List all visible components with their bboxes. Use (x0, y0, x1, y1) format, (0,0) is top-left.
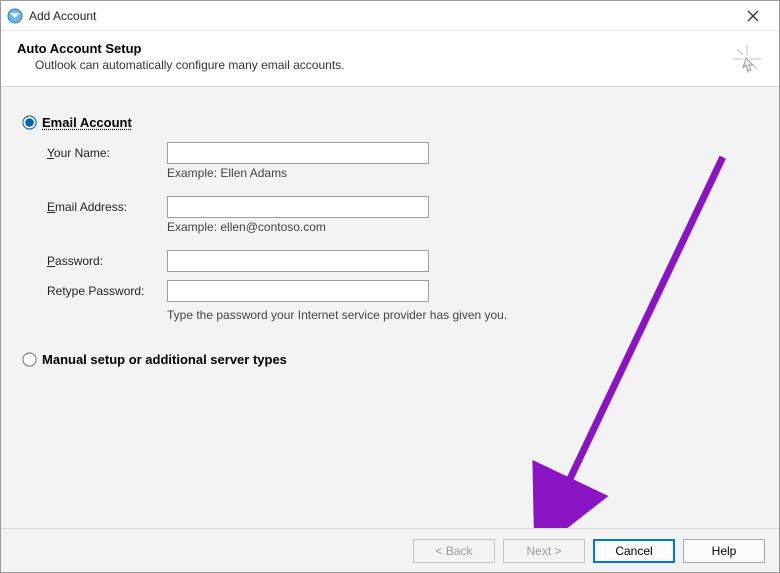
cancel-button[interactable]: Cancel (593, 539, 675, 563)
input-retype-password[interactable] (167, 280, 429, 302)
row-email: Email Address: (47, 196, 757, 218)
radio-email-account[interactable] (22, 115, 36, 129)
wizard-content: Email Account Your Name: Example: Ellen … (1, 87, 779, 528)
hint-password: Type the password your Internet service … (47, 308, 757, 322)
titlebar: Add Account (1, 1, 779, 31)
option-manual-setup[interactable]: Manual setup or additional server types (23, 352, 757, 367)
label-retype-password: Retype Password: (47, 284, 167, 298)
header-subtitle: Outlook can automatically configure many… (17, 58, 763, 72)
radio-manual-setup[interactable] (22, 352, 36, 366)
label-your-name: Your Name: (47, 146, 167, 160)
hint-your-name: Example: Ellen Adams (47, 166, 757, 180)
close-button[interactable] (733, 2, 773, 30)
option-email-account[interactable]: Email Account (23, 115, 757, 130)
label-email: Email Address: (47, 200, 167, 214)
radio-manual-setup-label[interactable]: Manual setup or additional server types (42, 352, 287, 367)
window-title: Add Account (29, 9, 733, 23)
radio-email-account-label[interactable]: Email Account (42, 115, 132, 130)
input-email[interactable] (167, 196, 429, 218)
email-account-form: Your Name: Example: Ellen Adams Email Ad… (23, 142, 757, 322)
outlook-icon (7, 8, 23, 24)
sparkle-cursor-icon (733, 45, 761, 73)
next-button[interactable]: Next > (503, 539, 585, 563)
help-button[interactable]: Help (683, 539, 765, 563)
back-button[interactable]: < Back (413, 539, 495, 563)
input-password[interactable] (167, 250, 429, 272)
label-password: Password: (47, 254, 167, 268)
wizard-header: Auto Account Setup Outlook can automatic… (1, 31, 779, 87)
row-retype-password: Retype Password: (47, 280, 757, 302)
row-password: Password: (47, 250, 757, 272)
hint-email: Example: ellen@contoso.com (47, 220, 757, 234)
input-your-name[interactable] (167, 142, 429, 164)
header-title: Auto Account Setup (17, 41, 763, 56)
add-account-dialog: Add Account Auto Account Setup Outlook c… (0, 0, 780, 573)
row-your-name: Your Name: (47, 142, 757, 164)
wizard-footer: < Back Next > Cancel Help (1, 528, 779, 572)
